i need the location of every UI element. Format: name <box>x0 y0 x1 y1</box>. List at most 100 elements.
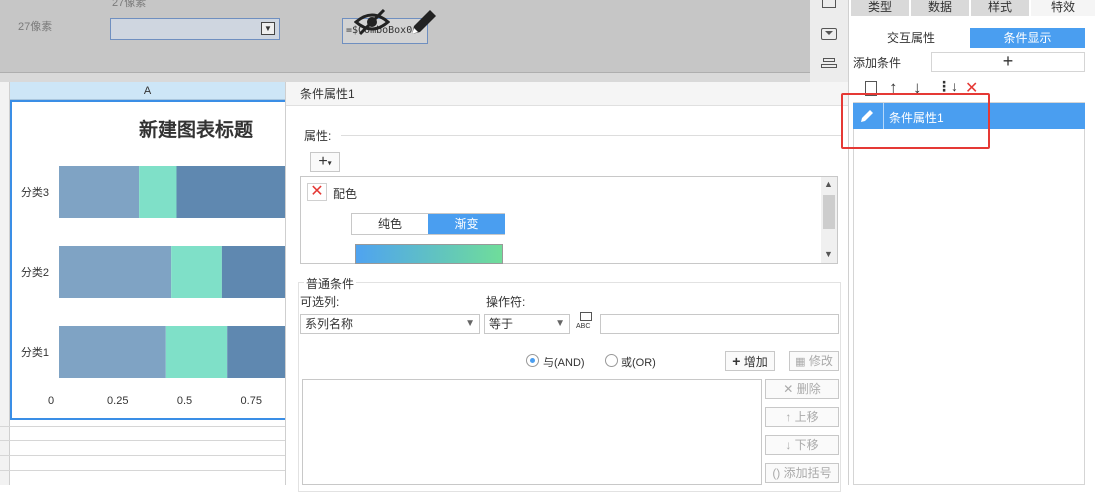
x-tick-label: 0.5 <box>177 395 192 407</box>
tab-conditional-display[interactable]: 条件显示 <box>970 28 1085 48</box>
grid-line <box>0 455 285 456</box>
move-down-button[interactable]: ↓ 下移 <box>765 435 839 455</box>
radio-and-label: 与(AND) <box>543 357 585 369</box>
bar-segment-分类1-0 <box>59 326 166 378</box>
category-label: 分类1 <box>21 345 49 359</box>
optional-column-label: 可选列: <box>300 295 340 309</box>
chart-title: 新建图表标题 <box>139 118 253 141</box>
tab-gradient[interactable]: 渐变 <box>428 214 505 234</box>
condition-value-input[interactable] <box>600 314 839 334</box>
tab-data[interactable]: 数据 <box>911 0 969 16</box>
chevron-down-icon: ▼ <box>465 318 475 329</box>
layers-icon[interactable] <box>821 58 837 72</box>
condition-property-dialog: 条件属性1 属性: +▾ ✕ 配色 纯色 渐变 ▲ ▼ 普通条件 可选列: 系列… <box>285 82 852 492</box>
condition-list-panel <box>853 102 1085 485</box>
add-condition-button[interactable]: + 增加 <box>725 351 775 371</box>
remove-attribute-icon[interactable]: ✕ <box>307 183 327 201</box>
scroll-down-icon[interactable]: ▼ <box>824 249 833 259</box>
chevron-down-icon: ▾ <box>327 158 332 168</box>
bar-segment-分类2-2 <box>221 246 285 298</box>
radio-and[interactable] <box>526 354 539 367</box>
plus-icon: + <box>732 353 741 369</box>
bar-segment-分类1-1 <box>165 326 228 378</box>
condition-list[interactable] <box>302 379 762 485</box>
plus-icon: + <box>318 153 328 170</box>
attribute-item-label: 配色 <box>333 187 358 201</box>
move-down-label: 下移 <box>794 438 819 452</box>
operator-select[interactable]: 等于 ▼ <box>484 314 570 334</box>
right-property-panel: 类型 数据 样式 特效 交互属性 条件显示 添加条件 + ↑ ↓ ⋮↓ ✕ <box>848 0 1095 485</box>
bar-segment-分类2-1 <box>171 246 222 298</box>
add-bracket-button[interactable]: () 添加括号 <box>765 463 839 483</box>
category-label: 分类3 <box>21 185 49 199</box>
bar-segment-分类2-0 <box>59 246 172 298</box>
bar-chart: 新建图表标题 分类1 分类2 分类3 0 0.25 0.5 0.75 <box>21 118 285 407</box>
scroll-thumb[interactable] <box>823 195 835 229</box>
grid-line <box>0 440 285 441</box>
add-condition-label: 添加条件 <box>853 56 902 70</box>
grid-line <box>0 470 285 471</box>
arrow-down-icon: ↓ <box>785 438 792 452</box>
arrow-up-icon: ↑ <box>785 410 792 424</box>
x-tick-label: 0.25 <box>107 395 128 407</box>
add-button-label: 增加 <box>743 355 768 369</box>
radio-or[interactable] <box>605 354 618 367</box>
tab-effects[interactable]: 特效 <box>1031 0 1095 16</box>
add-condition-plus-button[interactable]: + <box>931 52 1085 72</box>
radio-or-label: 或(OR) <box>621 357 656 369</box>
delete-button-label: 删除 <box>796 382 821 396</box>
modify-button[interactable]: ▦ 修改 <box>789 351 839 371</box>
bar-segment-分类3-2 <box>176 166 285 218</box>
category-label: 分类2 <box>21 265 49 279</box>
x-tick-label: 0.75 <box>241 395 262 407</box>
design-canvas: 27像素 27像素 ▼ =$ComboBox0 <box>0 0 810 72</box>
row-header <box>0 82 10 485</box>
delete-button[interactable]: ✕ 删除 <box>765 379 839 399</box>
combobox-dropdown-icon[interactable]: ▼ <box>261 22 275 35</box>
general-condition-label: 普通条件 <box>304 275 357 292</box>
tab-solid-color[interactable]: 纯色 <box>352 214 428 234</box>
dropdown-box-icon[interactable] <box>821 28 837 40</box>
row-height-label: 27像素 <box>18 21 53 33</box>
chart-cell[interactable]: 新建图表标题 分类1 分类2 分类3 0 0.25 0.5 0.75 <box>10 100 285 420</box>
operator-value: 等于 <box>489 317 514 331</box>
operator-label: 操作符: <box>486 295 526 309</box>
tab-type[interactable]: 类型 <box>851 0 909 16</box>
divider <box>341 135 841 136</box>
chevron-down-icon: ▼ <box>555 318 565 329</box>
tab-style[interactable]: 样式 <box>971 0 1029 16</box>
move-up-button[interactable]: ↑ 上移 <box>765 407 839 427</box>
modify-icon: ▦ <box>795 356 806 368</box>
color-mode-tabs: 纯色 渐变 <box>351 213 505 235</box>
tab-interaction-properties[interactable]: 交互属性 <box>852 28 970 48</box>
add-bracket-label: 添加括号 <box>783 466 832 480</box>
gradient-preview[interactable] <box>355 244 503 264</box>
bracket-icon: () <box>772 466 781 480</box>
pencil-icon[interactable] <box>406 4 438 38</box>
dialog-title: 条件属性1 <box>286 82 852 106</box>
frame-icon[interactable] <box>822 0 836 8</box>
bar-segment-分类1-2 <box>227 326 285 378</box>
formula-type-icon[interactable]: ABC <box>576 312 598 334</box>
scroll-up-icon[interactable]: ▲ <box>824 179 833 189</box>
bar-segment-分类3-1 <box>139 166 177 218</box>
move-up-label: 上移 <box>794 410 819 424</box>
close-icon: ✕ <box>783 382 794 396</box>
modify-button-label: 修改 <box>808 354 833 368</box>
column-header-a[interactable]: A <box>10 82 285 100</box>
canvas-divider <box>0 72 810 82</box>
x-tick-label: 0 <box>48 395 54 407</box>
attributes-label: 属性: <box>304 129 332 143</box>
hidden-eye-icon[interactable] <box>354 6 390 36</box>
grid-line <box>0 426 285 427</box>
highlight-box <box>841 93 990 149</box>
optional-column-select[interactable]: 系列名称 ▼ <box>300 314 480 334</box>
attribute-scrollbar[interactable]: ▲ ▼ <box>821 177 837 263</box>
combobox-widget[interactable]: ▼ <box>110 18 280 40</box>
size-label-top: 27像素 <box>112 0 147 9</box>
attribute-list: ✕ 配色 纯色 渐变 ▲ ▼ <box>300 176 838 264</box>
optional-column-value: 系列名称 <box>305 317 354 331</box>
tool-icon-column <box>810 0 848 82</box>
add-attribute-button[interactable]: +▾ <box>310 152 340 172</box>
bar-segment-分类3-0 <box>59 166 140 218</box>
